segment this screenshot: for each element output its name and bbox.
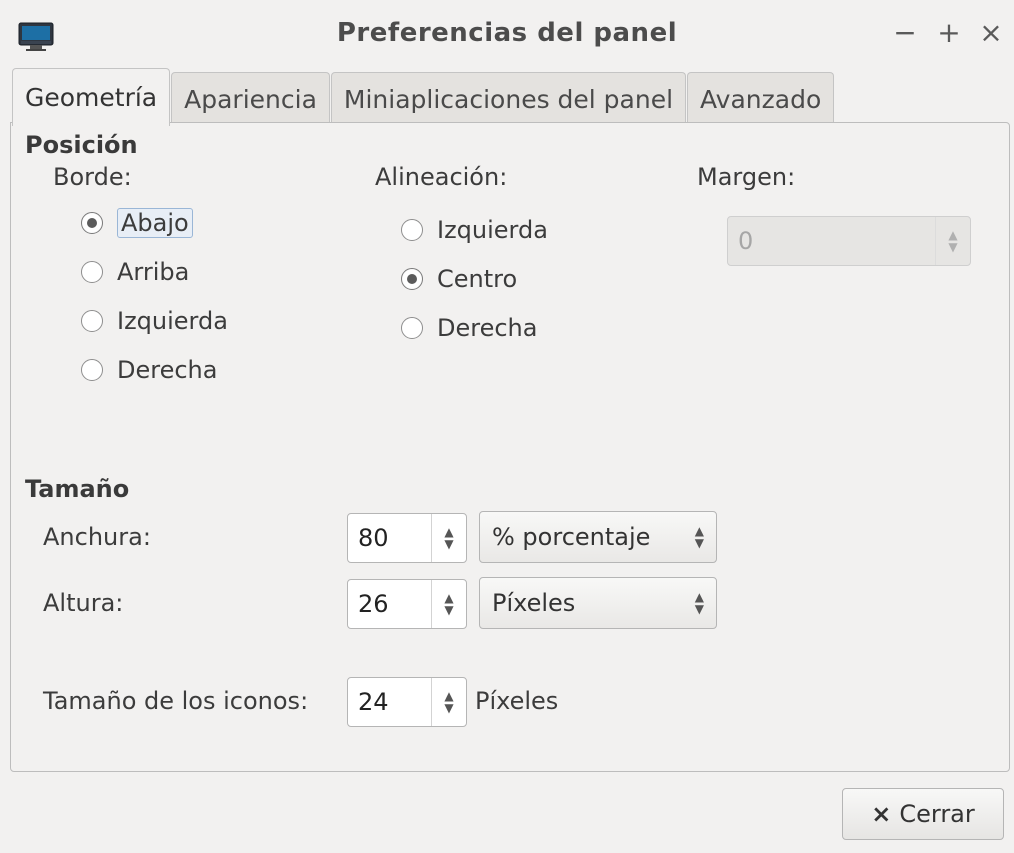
margin-value: 0	[738, 227, 754, 255]
height-unit-value: Píxeles	[492, 589, 576, 617]
radio-button[interactable]	[401, 268, 423, 290]
height-value[interactable]: 26	[348, 580, 431, 628]
width-unit-combo[interactable]: % porcentaje ▲ ▼	[479, 511, 717, 563]
close-button-label: Cerrar	[899, 800, 975, 828]
combo-arrows-icon: ▲ ▼	[694, 524, 704, 550]
radio-label: Izquierda	[437, 216, 548, 244]
spin-arrows-icon[interactable]: ▲ ▼	[935, 217, 970, 265]
icon-size-label: Tamaño de los iconos:	[43, 687, 309, 715]
size-section-title: Tamaño	[25, 475, 130, 503]
title-bar: Preferencias del panel − + ×	[0, 0, 1014, 66]
icon-size-value[interactable]: 24	[348, 678, 431, 726]
icon-size-spinbox[interactable]: 24 ▲ ▼	[347, 677, 467, 727]
maximize-button[interactable]: +	[934, 16, 964, 50]
width-label: Anchura:	[43, 523, 151, 551]
border-option-arriba[interactable]: Arriba	[81, 252, 189, 292]
spin-arrows-icon[interactable]: ▲ ▼	[431, 580, 466, 628]
close-button[interactable]: × Cerrar	[842, 788, 1004, 840]
close-window-button[interactable]: ×	[976, 16, 1006, 50]
width-value[interactable]: 80	[348, 514, 431, 562]
radio-label: Arriba	[117, 258, 190, 286]
radio-button[interactable]	[401, 317, 423, 339]
tab-apariencia[interactable]: Apariencia	[171, 72, 330, 126]
height-unit-combo[interactable]: Píxeles ▲ ▼	[479, 577, 717, 629]
alignment-option-izquierda[interactable]: Izquierda	[401, 210, 548, 250]
position-section-title: Posición	[25, 131, 138, 159]
radio-label: Derecha	[437, 314, 538, 342]
height-spinbox[interactable]: 26 ▲ ▼	[347, 579, 467, 629]
border-option-abajo[interactable]: Abajo	[81, 203, 193, 243]
radio-button[interactable]	[81, 261, 103, 283]
close-icon: ×	[871, 800, 892, 828]
border-option-izquierda[interactable]: Izquierda	[81, 301, 228, 341]
margin-label: Margen:	[697, 163, 796, 191]
radio-label: Centro	[437, 265, 518, 293]
alignment-option-derecha[interactable]: Derecha	[401, 308, 537, 348]
radio-button[interactable]	[401, 219, 423, 241]
tab-bar: Geometría Apariencia Miniaplicaciones de…	[12, 68, 835, 126]
border-label: Borde:	[53, 163, 132, 191]
minimize-button[interactable]: −	[890, 16, 920, 50]
tab-miniaplicaciones[interactable]: Miniaplicaciones del panel	[330, 72, 687, 126]
window-title: Preferencias del panel	[336, 18, 678, 48]
combo-arrows-icon: ▲ ▼	[694, 590, 704, 616]
width-unit-value: % porcentaje	[492, 523, 651, 551]
radio-button[interactable]	[81, 212, 103, 234]
spin-arrows-icon[interactable]: ▲ ▼	[431, 678, 466, 726]
height-label: Altura:	[43, 589, 124, 617]
radio-label: Derecha	[117, 356, 218, 384]
margin-spinbox[interactable]: 0 ▲ ▼	[727, 216, 971, 266]
radio-label: Izquierda	[117, 307, 228, 335]
spin-arrows-icon[interactable]: ▲ ▼	[431, 514, 466, 562]
preferences-window: Preferencias del panel − + × Geometría A…	[0, 0, 1014, 853]
alignment-option-centro[interactable]: Centro	[401, 259, 517, 299]
radio-button[interactable]	[81, 359, 103, 381]
icon-size-unit: Píxeles	[475, 687, 559, 715]
alignment-label: Alineación:	[375, 163, 508, 191]
border-option-derecha[interactable]: Derecha	[81, 350, 217, 390]
tab-avanzado[interactable]: Avanzado	[687, 72, 835, 126]
width-spinbox[interactable]: 80 ▲ ▼	[347, 513, 467, 563]
geometry-panel: Posición Borde: Abajo Arriba Izquierda D…	[10, 122, 1010, 772]
tab-geometria[interactable]: Geometría	[12, 68, 171, 126]
radio-button[interactable]	[81, 310, 103, 332]
radio-label: Abajo	[117, 208, 193, 238]
